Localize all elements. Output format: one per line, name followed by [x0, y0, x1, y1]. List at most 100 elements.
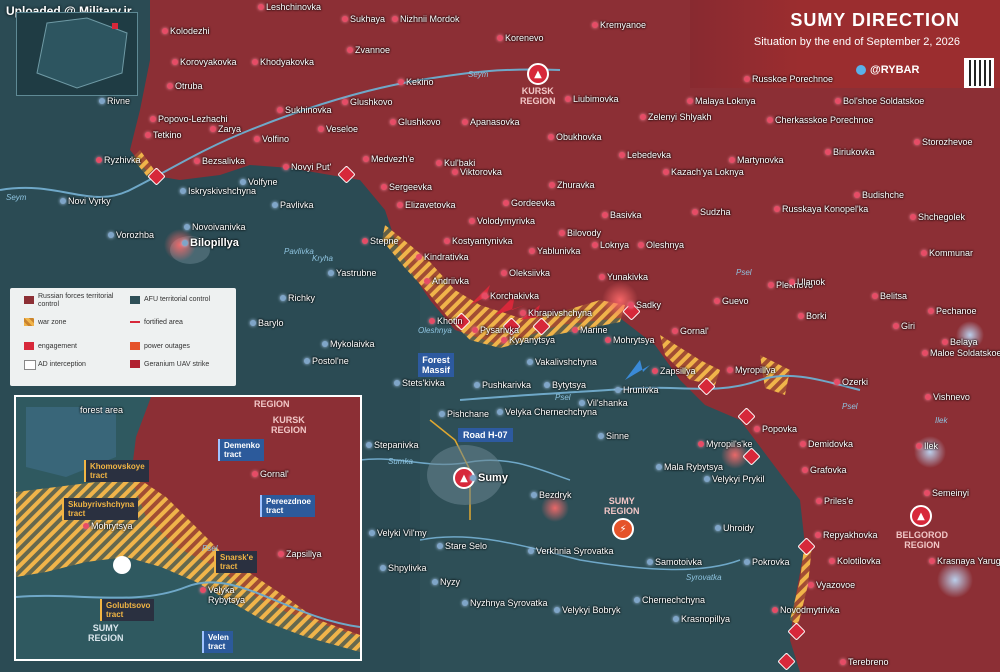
town-label: Obukhovka	[548, 132, 602, 142]
town-label: Verkhnia Syrovatka	[528, 546, 614, 556]
town-label: Yablunivka	[528, 246, 581, 256]
town-label: Gornal'	[672, 326, 709, 336]
river-label: Ilek	[935, 416, 948, 425]
town-label: Borki	[798, 311, 827, 321]
qr-code-icon	[964, 58, 994, 88]
legend-war-zone-swatch	[24, 318, 34, 326]
town-label: Samotoivka	[646, 557, 703, 567]
town-label: Belitsa	[871, 291, 908, 301]
town-label: Khotin	[429, 316, 463, 326]
town-label: Oleksiivka	[500, 268, 551, 278]
town-label: Basivka	[602, 210, 642, 220]
callout-khomovskoye-tract: Khomovskoye tract	[84, 460, 149, 482]
town-label: Viktorovka	[452, 167, 502, 177]
town-label: Budishche	[853, 190, 905, 200]
town-label: Korchakivka	[481, 291, 540, 301]
town-label: Volodymyrivka	[468, 216, 536, 226]
forest-massif-label: Forest Massif	[418, 353, 455, 377]
town-label: Mohrytsya	[605, 335, 655, 345]
town-label: Popovo-Lezhachi	[150, 114, 228, 124]
town-label: Cherkasskoe Porechnoe	[767, 115, 874, 125]
town-label: Rivne	[98, 96, 131, 106]
town-label: Novi Vyrky	[60, 196, 111, 206]
town-label: Maloe Soldatskoe	[922, 348, 1000, 358]
town-label: Sudzha	[692, 207, 731, 217]
town-label: Uhroidy	[714, 523, 755, 533]
town-label: Krasnopillya	[672, 614, 731, 624]
overview-minimap	[16, 12, 138, 96]
sumy-region-emblem-icon: ⚡	[612, 518, 634, 540]
inset-kursk-region-label: KURSK REGION	[271, 415, 307, 435]
sumy-region-label: SUMY REGION	[604, 496, 640, 516]
inset-sumy-region-label: SUMY REGION	[88, 623, 124, 643]
legend-geranium-label: Geranium UAV strike	[144, 361, 210, 368]
river-label: Pavlivka	[284, 247, 314, 256]
town-label: Kolodezhi	[162, 26, 210, 36]
town-label: Sumy	[470, 472, 508, 484]
inset-region-top-label: REGION	[254, 399, 290, 409]
river-label: Oleshnya	[418, 326, 452, 335]
town-label: Biriukovka	[825, 147, 875, 157]
town-label: Vorozhba	[107, 230, 155, 240]
legend-geranium-icon	[130, 360, 140, 368]
town-label: Krasnaya Yaruga	[929, 556, 1000, 566]
town-label: Stets'kivka	[394, 378, 445, 388]
town-label: Vishnevo	[925, 392, 970, 402]
map-title: SUMY DIRECTION	[790, 10, 960, 30]
town-label: Medvezh'e	[362, 154, 415, 164]
town-label: Novodmytrivka	[772, 605, 840, 615]
legend-power-outage-label: power outages	[144, 343, 190, 350]
map-subtitle: Situation by the end of September 2, 202…	[753, 36, 960, 48]
sumy-direction-map: SUMY DIRECTION Situation by the end of S…	[0, 0, 1000, 672]
callout-golubtsovo-tract: Golubtsovo tract	[100, 599, 155, 621]
town-label: Otruba	[167, 81, 203, 91]
map-legend: Russian forces territorial control AFU t…	[10, 288, 236, 386]
town-label: Loknya	[591, 240, 630, 250]
town-label: Semeinyi	[923, 488, 970, 498]
town-label: Glushkovo	[390, 117, 441, 127]
town-label: Veseloe	[317, 124, 359, 134]
town-label: Novyi Put'	[282, 162, 332, 172]
river-label: Psel	[555, 393, 571, 402]
town-label: Oleshnya	[637, 240, 685, 250]
town-label: Marine	[572, 325, 608, 335]
inset-town-velyka-rybytsya: Velyka Rybytsya	[199, 585, 246, 605]
town-label: Prilesʹe	[815, 496, 854, 506]
town-label: Zhuravka	[549, 180, 595, 190]
town-label: Kekino	[398, 77, 434, 87]
callout-skubyrivshchyna-tract: Skubyrivshchyna tract	[62, 498, 139, 520]
legend-engagement-icon	[24, 342, 34, 350]
town-label: Pishchane	[438, 409, 490, 419]
town-label: Khodyakovka	[251, 57, 315, 67]
kursk-region-emblem-icon: ▲	[527, 63, 549, 85]
town-label: Vyazovoe	[807, 580, 856, 590]
town-label: Yastrubne	[327, 268, 377, 278]
town-label: Pysarivka	[471, 325, 520, 335]
title-banner: SUMY DIRECTION Situation by the end of S…	[690, 0, 1000, 88]
town-label: Tetkino	[145, 130, 182, 140]
river-label: Kryha	[312, 254, 333, 263]
town-label: Chernechchyna	[633, 595, 706, 605]
town-label: Yunakivka	[598, 272, 649, 282]
town-label: Liubimovka	[565, 94, 619, 104]
town-label: Bytytsya	[543, 380, 587, 390]
town-label: Iskryskivshchyna	[179, 186, 257, 196]
town-label: Pechanoe	[928, 306, 977, 316]
town-label: Kazach'ya Loknya	[663, 167, 744, 177]
town-label: Bilovody	[558, 228, 602, 238]
town-label: Belaya	[942, 337, 978, 347]
town-label: Bol'shoe Soldatskoe	[834, 96, 925, 106]
river-label: Psel	[842, 402, 858, 411]
town-label: Richky	[279, 293, 316, 303]
town-label: Vil'shanka	[579, 398, 628, 408]
town-label: Glushkovo	[342, 97, 393, 107]
legend-afu-label: AFU territorial control	[144, 296, 211, 303]
legend-fortified-label: fortified area	[144, 319, 183, 326]
town-label: Pokrovka	[744, 557, 790, 567]
inset-town-mohrytsya: Mohrytsya	[83, 521, 133, 531]
town-label: Pavlivka	[272, 200, 314, 210]
callout-velen-tract: Velen tract	[202, 631, 233, 653]
town-label: Velyki Vil'my	[369, 528, 427, 538]
town-label: Zvannoe	[346, 45, 391, 55]
town-label: Bezdryk	[531, 490, 572, 500]
